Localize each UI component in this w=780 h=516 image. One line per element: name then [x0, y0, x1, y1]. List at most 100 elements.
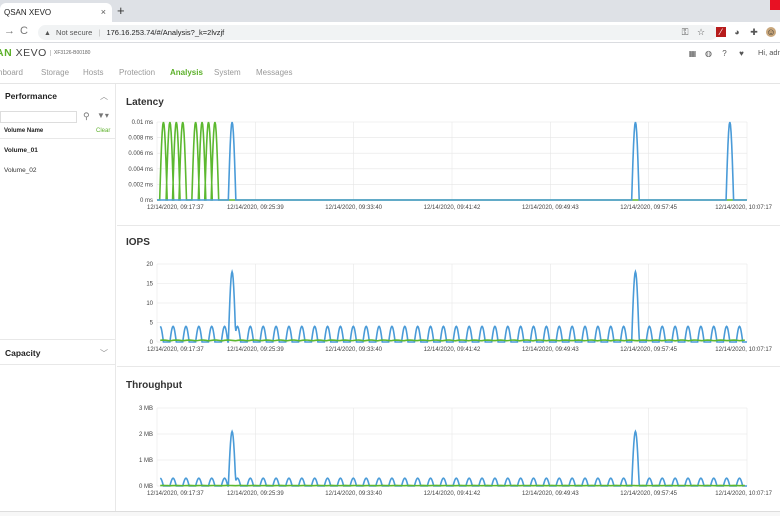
performance-panel-title[interactable]: Performance [5, 91, 57, 101]
volume-search-input[interactable] [0, 111, 77, 123]
list-item-volume-02[interactable]: Volume_02 [4, 167, 37, 174]
nav-system[interactable]: System [214, 68, 241, 77]
nav-messages[interactable]: Messages [256, 68, 292, 77]
iops-title: IOPS [126, 237, 150, 248]
profile-avatar-icon[interactable]: ☺ [766, 27, 776, 37]
divider [117, 225, 780, 226]
forward-icon[interactable]: → [4, 25, 15, 37]
y-tick-label: 3 MB [139, 406, 153, 412]
y-tick-label: 2 MB [139, 432, 153, 438]
chevron-up-icon[interactable]: ︿ [100, 91, 108, 102]
not-secure-icon: ▲ [44, 30, 51, 37]
y-tick-label: 0 MB [139, 484, 153, 490]
y-tick-label: 0.01 ms [132, 120, 153, 126]
y-tick-label: 20 [146, 262, 153, 268]
x-tick-label: 12/14/2020, 09:17:37 [147, 205, 204, 211]
qsan-logo: AN XEVO [0, 47, 47, 59]
iops-chart: 0 5 10 15 20 12/14/2020, 09:17:37 12/14/2020, … [146, 262, 772, 353]
user-greeting[interactable]: Hi, adm [758, 48, 780, 57]
x-tick-label: 12/14/2020, 09:57:45 [620, 347, 677, 353]
x-tick-label: 12/14/2020, 09:57:45 [620, 205, 677, 211]
list-item-volume-01[interactable]: Volume_01 [4, 147, 38, 154]
divider [117, 366, 780, 367]
latency-chart: 0 ms 0.002 ms 0.004 ms 0.006 ms 0.008 ms 0.01… [128, 120, 772, 211]
capacity-panel-title[interactable]: Capacity [5, 348, 40, 358]
x-tick-label: 12/14/2020, 09:25:39 [227, 347, 284, 353]
app-header: AN XEVO XF3126-B00180 ▦ ◍ ? ♥ Hi, adm [0, 43, 780, 63]
series-line-blue [159, 429, 747, 487]
bookmark-star-icon[interactable]: ☆ [696, 27, 706, 37]
x-tick-label: 12/14/2020, 09:33:40 [325, 205, 382, 211]
y-tick-label: 0 ms [140, 198, 153, 204]
x-tick-label: 12/14/2020, 09:17:37 [147, 347, 204, 353]
filter-icon[interactable]: ▼▾ [97, 111, 109, 120]
divider [0, 339, 116, 340]
y-tick-label: 1 MB [139, 458, 153, 464]
tab-close-icon[interactable]: × [101, 7, 106, 17]
status-bar [0, 511, 780, 516]
browser-toolbar: → C ▲ Not secure | 176.16.253.74/#/Analy… [0, 22, 780, 43]
x-tick-label: 12/14/2020, 09:17:37 [147, 491, 204, 497]
url-text: 176.16.253.74/#/Analysis?_k=2lvzjf [106, 28, 225, 37]
extensions-puzzle-icon[interactable]: ✚ [749, 27, 759, 37]
volume-name-header: Volume Name [4, 128, 44, 134]
help-icon[interactable]: ? [720, 49, 729, 58]
url-separator: | [98, 28, 101, 37]
y-tick-label: 0.004 ms [128, 167, 153, 173]
browser-tabstrip: QSAN XEVO × + [0, 0, 780, 22]
x-tick-label: 12/14/2020, 09:33:40 [325, 347, 382, 353]
x-tick-label: 12/14/2020, 09:25:39 [227, 491, 284, 497]
nav-hosts[interactable]: Hosts [83, 68, 103, 77]
search-icon[interactable]: ⚲ [83, 111, 90, 122]
y-tick-label: 0.002 ms [128, 182, 153, 188]
x-tick-label: 12/14/2020, 09:41:42 [424, 347, 481, 353]
throughput-title: Throughput [126, 380, 183, 391]
main-navigation: hboard Storage Hosts Protection Analysis… [0, 63, 780, 84]
reload-icon[interactable]: C [20, 25, 28, 37]
extension-pdf-icon[interactable]: ⁄ [716, 27, 726, 37]
security-label: Not secure [56, 28, 93, 37]
series-line-green [160, 339, 745, 342]
key-icon[interactable]: ⚿ [680, 27, 690, 37]
throughput-chart: 0 MB 1 MB 2 MB 3 MB 12/14/2020, 09:17:37 12/1… [139, 406, 773, 497]
y-tick-label: 0 [150, 340, 154, 346]
x-tick-label: 12/14/2020, 10:07:17 [715, 347, 772, 353]
x-tick-label: 12/14/2020, 09:25:39 [227, 205, 284, 211]
grid-apps-icon[interactable]: ▦ [688, 49, 697, 58]
y-tick-label: 0.006 ms [128, 151, 153, 157]
x-tick-label: 12/14/2020, 09:41:42 [424, 205, 481, 211]
logo-text-left: AN [0, 47, 13, 59]
globe-icon[interactable]: ◍ [704, 49, 713, 58]
address-bar[interactable]: ▲ Not secure | 176.16.253.74/#/Analysis?… [38, 25, 718, 40]
analysis-content: Latency 0 ms 0.002 ms 0.004 ms 0.006 ms 0.00… [117, 84, 780, 516]
pulse-icon[interactable]: ♥ [737, 49, 746, 58]
divider [0, 138, 116, 139]
tab-title: QSAN XEVO [4, 8, 52, 17]
y-tick-label: 0.008 ms [128, 136, 153, 142]
extension-circle-icon[interactable]: ◕ [732, 27, 742, 37]
x-tick-label: 12/14/2020, 09:49:43 [522, 491, 579, 497]
new-tab-button[interactable]: + [117, 4, 125, 18]
nav-storage[interactable]: Storage [41, 68, 69, 77]
nav-protection[interactable]: Protection [119, 68, 155, 77]
series-line-blue [159, 269, 747, 343]
x-tick-label: 12/14/2020, 09:41:42 [424, 491, 481, 497]
latency-title: Latency [126, 97, 164, 108]
x-tick-label: 12/14/2020, 09:33:40 [325, 491, 382, 497]
x-tick-label: 12/14/2020, 09:57:45 [620, 491, 677, 497]
sidebar: Performance ︿ ⚲ ▼▾ Volume Name Clear Vol… [0, 84, 116, 516]
x-tick-label: 12/14/2020, 10:07:17 [715, 491, 772, 497]
chevron-down-icon[interactable]: ﹀ [100, 348, 108, 359]
window-close-button[interactable] [770, 0, 780, 10]
nav-dashboard[interactable]: hboard [0, 68, 23, 77]
x-tick-label: 12/14/2020, 10:07:17 [715, 205, 772, 211]
x-tick-label: 12/14/2020, 09:49:43 [522, 205, 579, 211]
x-tick-label: 12/14/2020, 09:49:43 [522, 347, 579, 353]
model-number: XF3126-B00180 [50, 50, 90, 56]
clear-link[interactable]: Clear [96, 128, 110, 134]
nav-analysis[interactable]: Analysis [170, 68, 203, 77]
browser-tab[interactable]: QSAN XEVO × [0, 3, 112, 22]
divider [0, 364, 116, 365]
y-tick-label: 10 [146, 301, 153, 307]
logo-text-right: XEVO [15, 47, 47, 59]
